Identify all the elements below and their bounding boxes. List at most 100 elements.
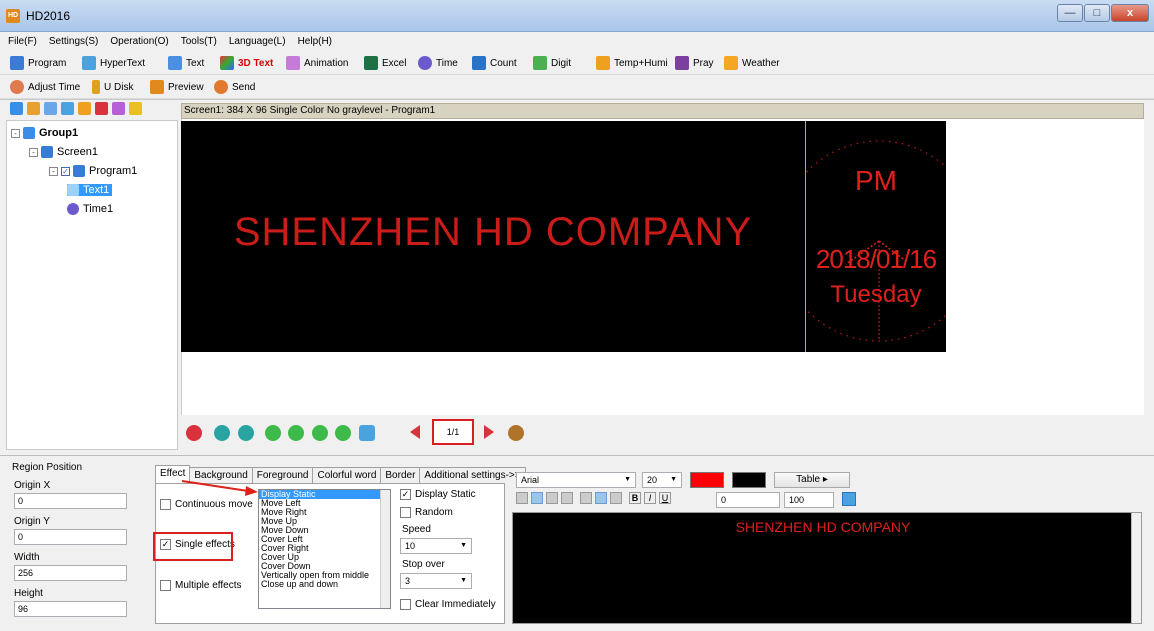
effects-list[interactable]: Display Static Move Left Move Right Move… xyxy=(258,489,391,609)
menu-settings[interactable]: Settings(S) xyxy=(41,32,102,47)
clock-weekday: Tuesday xyxy=(830,281,922,308)
menu-operation[interactable]: Operation(O) xyxy=(102,32,172,47)
underline-icon[interactable]: U xyxy=(659,492,671,504)
menu-tools[interactable]: Tools(T) xyxy=(173,32,221,47)
tab-border[interactable]: Border xyxy=(380,467,421,483)
font-select[interactable]: Arial ▼ xyxy=(516,472,636,488)
zoom-in-icon[interactable] xyxy=(214,425,230,441)
display-static-checkbox[interactable]: ✓ Display Static xyxy=(400,489,476,500)
3d-text-button[interactable]: 3D Text xyxy=(220,54,273,72)
italic-icon[interactable]: I xyxy=(644,492,656,504)
tab-colorful-word[interactable]: Colorful word xyxy=(312,467,382,483)
tree-node-group[interactable]: - Group1 xyxy=(11,127,78,139)
tab-additional-settings[interactable]: Additional settings->> xyxy=(419,467,526,483)
window-title: HD2016 xyxy=(26,9,71,23)
collapse-toggle[interactable]: - xyxy=(49,166,58,176)
background-color-swatch[interactable] xyxy=(732,472,766,488)
led-clock-region[interactable]: PM 2018/01/16 Tuesday xyxy=(778,121,980,352)
text-editor[interactable]: SHENZHEN HD COMPANY xyxy=(512,512,1142,624)
u-disk-button[interactable]: U Disk xyxy=(92,78,133,96)
stop-over-select[interactable]: 3 ▼ xyxy=(400,573,472,589)
time-button[interactable]: Time xyxy=(418,54,458,72)
settings-icon[interactable] xyxy=(508,425,524,441)
image-icon[interactable] xyxy=(61,102,74,115)
content-toolbar: Program HyperText Text 3D Text Animation… xyxy=(0,51,1154,75)
arrow-down-icon[interactable] xyxy=(335,425,351,441)
align-right-icon[interactable] xyxy=(546,492,558,504)
random-checkbox[interactable]: Random xyxy=(400,507,453,518)
prev-page-icon[interactable] xyxy=(410,425,420,439)
height-input[interactable]: 96 xyxy=(14,601,127,617)
clear-immediately-checkbox[interactable]: Clear Immediately xyxy=(400,599,496,610)
tree-node-text[interactable]: Text1 xyxy=(67,184,113,196)
multiple-effects-checkbox[interactable]: Multiple effects xyxy=(160,580,242,591)
temp-humi-button[interactable]: Temp+Humi xyxy=(596,54,668,72)
arrow-up-icon[interactable] xyxy=(312,425,328,441)
delete-icon[interactable] xyxy=(95,102,108,115)
excel-button[interactable]: Excel xyxy=(364,54,406,72)
align-center-icon[interactable] xyxy=(531,492,543,504)
copy-icon[interactable] xyxy=(44,102,57,115)
minimize-button[interactable]: — xyxy=(1057,4,1083,22)
scale-input[interactable]: 100 xyxy=(784,492,834,508)
arrow-right-icon[interactable] xyxy=(288,425,304,441)
effects-scrollbar[interactable] xyxy=(380,490,390,608)
program-button[interactable]: Program xyxy=(10,54,66,72)
hypertext-button[interactable]: HyperText xyxy=(82,54,145,72)
adjust-time-icon xyxy=(10,80,24,94)
preview-button[interactable]: Preview xyxy=(150,78,204,96)
maximize-button[interactable]: □ xyxy=(1084,4,1110,22)
foreground-color-swatch[interactable] xyxy=(690,472,724,488)
search-icon[interactable] xyxy=(129,102,142,115)
origin-x-input[interactable]: 0 xyxy=(14,493,127,509)
origin-y-input[interactable]: 0 xyxy=(14,529,127,545)
move-down-icon[interactable] xyxy=(78,102,91,115)
add-screen-icon[interactable] xyxy=(10,102,23,115)
usb-icon xyxy=(92,80,100,94)
menu-language[interactable]: Language(L) xyxy=(221,32,290,47)
animation-button[interactable]: Animation xyxy=(286,54,348,72)
count-button[interactable]: Count xyxy=(472,54,517,72)
text-button[interactable]: Text xyxy=(168,54,204,72)
weather-button[interactable]: Weather xyxy=(724,54,780,72)
font-size-select[interactable]: 20 ▼ xyxy=(642,472,682,488)
tab-foreground[interactable]: Foreground xyxy=(251,467,314,483)
spacing-input[interactable]: 0 xyxy=(716,492,780,508)
image-icon[interactable] xyxy=(842,492,856,506)
adjust-time-button[interactable]: Adjust Time xyxy=(10,78,80,96)
editor-scrollbar[interactable] xyxy=(1131,513,1141,623)
led-text-region[interactable]: SHENZHEN HD COMPANY xyxy=(181,121,805,352)
send-button[interactable]: Send xyxy=(214,78,255,96)
tree-node-screen[interactable]: - Screen1 xyxy=(29,146,98,158)
collapse-toggle[interactable]: - xyxy=(11,128,20,138)
bold-icon[interactable]: B xyxy=(629,492,641,504)
close-button[interactable]: x xyxy=(1111,4,1149,22)
clock-icon xyxy=(418,56,432,70)
tree-node-program[interactable]: - ✓ Program1 xyxy=(49,165,137,177)
menu-help[interactable]: Help(H) xyxy=(290,32,336,47)
add-group-icon[interactable] xyxy=(27,102,40,115)
speed-select[interactable]: 10 ▼ xyxy=(400,538,472,554)
table-button[interactable]: Table ▸ xyxy=(774,472,850,488)
collapse-toggle[interactable]: - xyxy=(29,147,38,157)
program-checkbox[interactable]: ✓ xyxy=(61,166,70,176)
valign-middle-icon[interactable] xyxy=(595,492,607,504)
width-input[interactable]: 256 xyxy=(14,565,127,581)
tree-node-time[interactable]: Time1 xyxy=(67,203,113,215)
preview-nav-bar xyxy=(181,415,1144,449)
zoom-out-icon[interactable] xyxy=(238,425,254,441)
arrow-left-icon[interactable] xyxy=(265,425,281,441)
digit-button[interactable]: Digit xyxy=(533,54,571,72)
align-left-icon[interactable] xyxy=(516,492,528,504)
move-icon[interactable] xyxy=(359,425,375,441)
continuous-move-checkbox[interactable]: Continuous move xyxy=(160,499,253,510)
valign-bottom-icon[interactable] xyxy=(610,492,622,504)
menu-file[interactable]: File(F) xyxy=(0,32,41,47)
next-page-icon[interactable] xyxy=(484,425,494,439)
pray-button[interactable]: Pray xyxy=(675,54,714,72)
pause-icon[interactable] xyxy=(186,425,202,441)
check-icon[interactable] xyxy=(112,102,125,115)
valign-top-icon[interactable] xyxy=(580,492,592,504)
effect-option[interactable]: Close up and down xyxy=(259,580,390,589)
align-justify-icon[interactable] xyxy=(561,492,573,504)
